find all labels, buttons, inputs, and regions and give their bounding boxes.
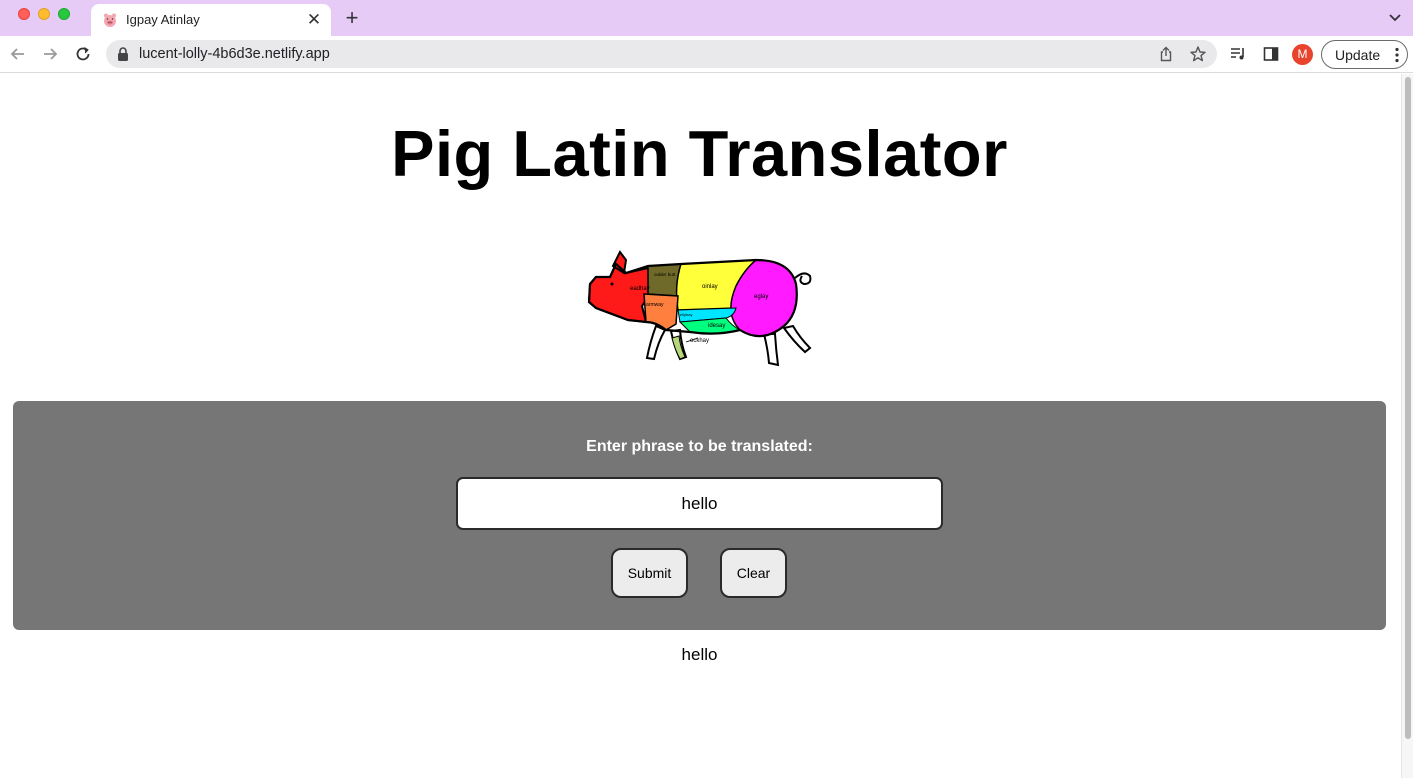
lock-icon[interactable] — [117, 47, 129, 61]
phrase-prompt-label: Enter phrase to be translated: — [586, 438, 813, 455]
pig-label-loin: oinlay — [702, 284, 718, 290]
pig-label-leg: eglay — [754, 294, 768, 300]
browser-tab[interactable]: Igpay Atinlay ✕ — [91, 4, 331, 36]
back-arrow-icon[interactable] — [8, 44, 28, 64]
scrollbar-thumb[interactable] — [1405, 77, 1411, 739]
page-scrollbar[interactable] — [1401, 74, 1413, 778]
update-button-label: Update — [1335, 47, 1381, 63]
browser-titlebar: Igpay Atinlay ✕ + — [0, 0, 1413, 36]
page-content: Pig Latin Translator eadhay oulder butt … — [0, 74, 1401, 778]
update-button[interactable]: Update — [1321, 40, 1408, 69]
profile-avatar[interactable]: M — [1292, 44, 1313, 65]
pig-label-hock: ockhay — [690, 338, 709, 344]
translation-output: hello — [681, 645, 718, 664]
pig-label-sides: idesay — [708, 323, 725, 329]
close-tab-icon[interactable]: ✕ — [305, 11, 323, 29]
address-bar[interactable]: lucent-lolly-4b6d3e.netlify.app — [106, 40, 1217, 68]
bookmark-star-icon[interactable] — [1189, 45, 1207, 63]
reload-icon[interactable] — [73, 44, 93, 64]
pig-favicon-icon — [104, 13, 116, 27]
tab-search-chevron-icon[interactable] — [1387, 10, 1403, 26]
url-text[interactable]: lucent-lolly-4b6d3e.netlify.app — [139, 46, 330, 62]
pig-label-head: eadhay — [630, 286, 650, 292]
media-playlist-icon[interactable] — [1229, 45, 1247, 63]
more-vert-icon — [1395, 47, 1399, 63]
submit-button[interactable]: Submit — [611, 548, 688, 598]
share-icon[interactable] — [1157, 45, 1175, 63]
pig-label-shoulder: oulder butt — [654, 272, 676, 277]
browser-toolbar: lucent-lolly-4b6d3e.netlify.app M Update — [0, 36, 1413, 73]
close-window-button[interactable] — [18, 8, 30, 20]
phrase-input[interactable] — [456, 477, 943, 530]
translator-panel: Enter phrase to be translated: Submit Cl… — [13, 401, 1386, 630]
new-tab-icon[interactable]: + — [342, 7, 362, 29]
page-title: Pig Latin Translator — [391, 117, 1008, 190]
tab-title: Igpay Atinlay — [126, 12, 200, 27]
pig-cuts-illustration: eadhay oulder butt oinlay eglay armway e… — [587, 250, 812, 367]
minimize-window-button[interactable] — [38, 8, 50, 20]
pig-label-belly: ellybay — [680, 312, 692, 317]
pig-label-arm: armway — [646, 302, 664, 308]
side-panel-icon[interactable] — [1262, 45, 1280, 63]
clear-button[interactable]: Clear — [720, 548, 787, 598]
forward-arrow-icon[interactable] — [40, 44, 60, 64]
zoom-window-button[interactable] — [58, 8, 70, 20]
